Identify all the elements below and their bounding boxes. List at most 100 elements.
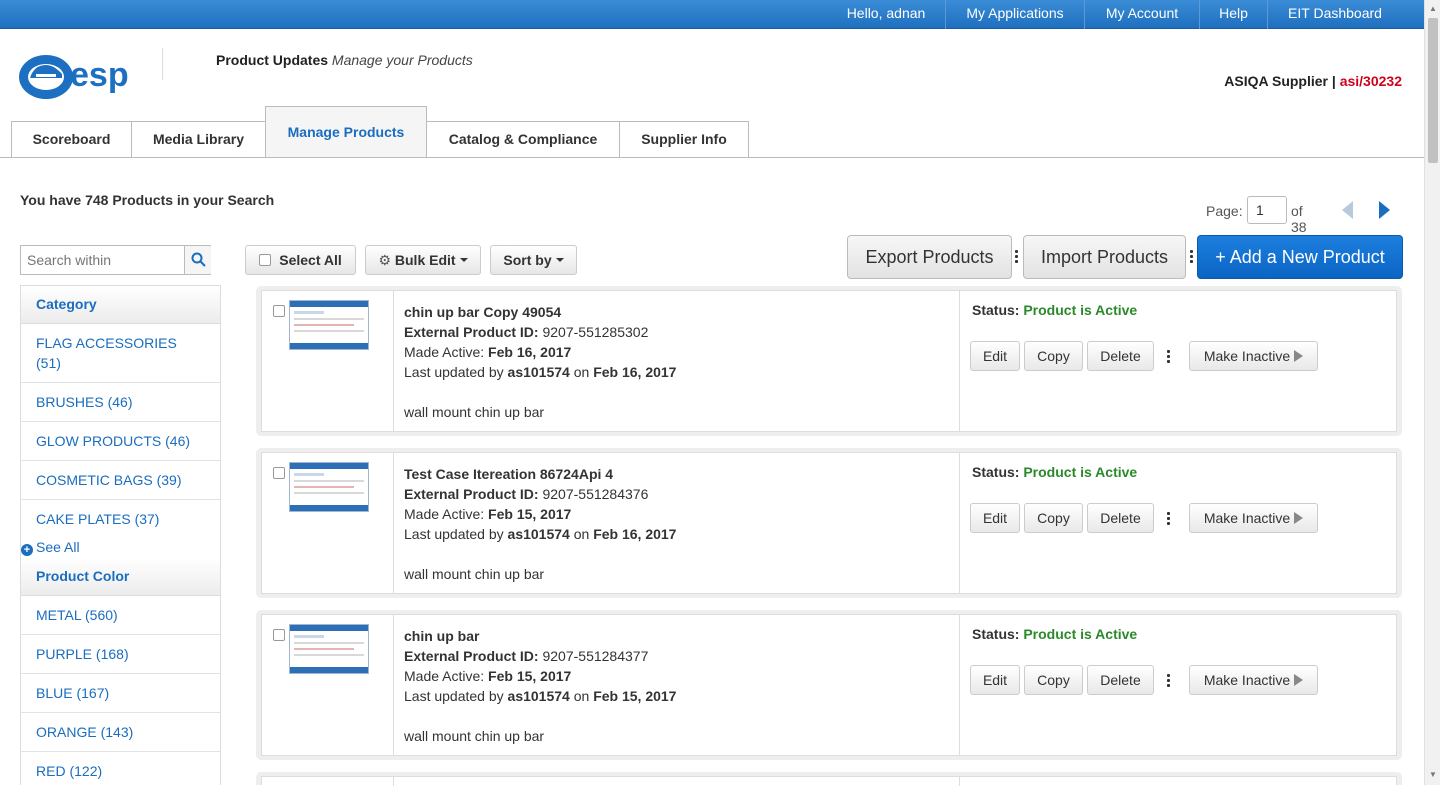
nav-my-applications[interactable]: My Applications — [945, 0, 1084, 29]
user-greeting: Hello, adnan — [846, 5, 926, 21]
scrollbar-thumb[interactable] — [1428, 18, 1438, 163]
category-item[interactable]: FLAG ACCESSORIES (51) — [21, 324, 220, 383]
category-name[interactable]: GLOW PRODUCTS — [36, 433, 161, 449]
product-color-filter-title: Product Color — [21, 558, 220, 596]
category-item[interactable]: BRUSHES (46) — [21, 383, 220, 422]
sort-by-dropdown[interactable]: Sort by — [490, 245, 577, 275]
bulk-edit-label: Bulk Edit — [394, 252, 456, 268]
product-name[interactable]: Test Case Itereation 86724Api 4 — [404, 464, 676, 484]
product-thumbnail[interactable] — [289, 462, 369, 512]
more-vertical-icon[interactable] — [1190, 250, 1194, 265]
product-card-inner: Test Case Itereation 86724Api 4 External… — [261, 452, 1397, 594]
category-count: (46) — [165, 433, 191, 449]
delete-button[interactable]: Delete — [1087, 503, 1154, 533]
made-active-value: Feb 16, 2017 — [488, 344, 572, 360]
external-id-value: 9207-551285302 — [542, 324, 649, 340]
made-active-label: Made Active: — [404, 344, 485, 360]
updated-by-value: as101574 — [507, 364, 570, 380]
color-name[interactable]: BLUE — [36, 685, 73, 701]
tab-scoreboard[interactable]: Scoreboard — [11, 121, 132, 158]
search-input[interactable] — [21, 246, 183, 274]
supplier-name: ASIQA Supplier — [1224, 73, 1328, 89]
more-vertical-icon[interactable] — [1015, 250, 1019, 265]
supplier-asi-number[interactable]: asi/30232 — [1340, 73, 1402, 89]
scroll-up-icon[interactable]: ▲ — [1429, 4, 1437, 13]
category-name[interactable]: CAKE PLATES — [36, 511, 131, 527]
delete-button[interactable]: Delete — [1087, 665, 1154, 695]
tab-supplier-info[interactable]: Supplier Info — [619, 121, 749, 158]
more-vertical-icon[interactable] — [1167, 512, 1171, 527]
color-name[interactable]: PURPLE — [36, 646, 92, 662]
delete-button[interactable]: Delete — [1087, 341, 1154, 371]
tab-catalog-compliance[interactable]: Catalog & Compliance — [426, 121, 620, 158]
card-divider — [393, 291, 394, 431]
card-divider — [959, 291, 960, 431]
page-scrollbar[interactable]: ▲ ▼ — [1424, 0, 1440, 785]
color-item[interactable]: PURPLE (168) — [21, 635, 220, 674]
copy-button[interactable]: Copy — [1024, 665, 1083, 695]
esp-logo[interactable]: esp — [18, 48, 144, 102]
tab-underline — [0, 157, 1424, 158]
prev-page-icon[interactable] — [1342, 201, 1353, 219]
category-filter-title: Category — [21, 286, 220, 324]
color-item[interactable]: ORANGE (143) — [21, 713, 220, 752]
last-updated-label: Last updated by — [404, 526, 504, 542]
color-count: (143) — [100, 724, 134, 740]
product-thumbnail[interactable] — [289, 624, 369, 674]
category-item[interactable]: CAKE PLATES (37) — [21, 500, 220, 536]
add-new-product-button[interactable]: + Add a New Product — [1197, 235, 1403, 279]
product-name[interactable]: chin up bar Copy 49054 — [404, 302, 676, 322]
more-vertical-icon[interactable] — [1167, 674, 1171, 689]
color-item[interactable]: METAL (560) — [21, 596, 220, 635]
color-name[interactable]: METAL — [36, 607, 81, 623]
product-checkbox[interactable] — [273, 305, 285, 317]
color-item[interactable]: BLUE (167) — [21, 674, 220, 713]
product-card: Test Case Itereation 86724Api 4 External… — [256, 448, 1402, 598]
bulk-edit-dropdown[interactable]: ⚙ Bulk Edit — [365, 245, 481, 275]
tab-manage-products[interactable]: Manage Products — [265, 106, 427, 158]
next-page-icon[interactable] — [1379, 201, 1390, 219]
import-products-button[interactable]: Import Products — [1023, 235, 1186, 279]
product-checkbox[interactable] — [273, 629, 285, 641]
search-within — [20, 245, 211, 275]
export-products-button[interactable]: Export Products — [847, 235, 1012, 279]
supplier-info: ASIQA Supplier | asi/30232 — [1224, 73, 1402, 89]
see-all-categories-link[interactable]: + See All — [21, 539, 80, 556]
color-name[interactable]: RED — [36, 763, 66, 779]
page-number-input[interactable] — [1247, 196, 1287, 224]
category-name[interactable]: COSMETIC BAGS — [36, 472, 153, 488]
color-count: (560) — [85, 607, 118, 623]
select-all-button[interactable]: Select All — [245, 245, 356, 275]
product-checkbox[interactable] — [273, 467, 285, 479]
product-name[interactable]: chin up bar — [404, 626, 676, 646]
make-inactive-button[interactable]: Make Inactive — [1189, 341, 1318, 371]
nav-eit-dashboard[interactable]: EIT Dashboard — [1267, 0, 1402, 29]
on-label: on — [573, 364, 590, 380]
copy-button[interactable]: Copy — [1024, 503, 1083, 533]
nav-my-account[interactable]: My Account — [1084, 0, 1199, 29]
category-name[interactable]: BRUSHES — [36, 394, 104, 410]
edit-button[interactable]: Edit — [970, 503, 1020, 533]
copy-button[interactable]: Copy — [1024, 341, 1083, 371]
product-info: chin up bar External Product ID: 9207-55… — [404, 626, 676, 746]
updated-on-value: Feb 16, 2017 — [593, 526, 677, 542]
color-item[interactable]: RED (122) — [21, 752, 220, 786]
edit-button[interactable]: Edit — [970, 665, 1020, 695]
edit-button[interactable]: Edit — [970, 341, 1020, 371]
status-value: Product is Active — [1023, 464, 1138, 480]
nav-help[interactable]: Help — [1199, 0, 1267, 29]
make-inactive-button[interactable]: Make Inactive — [1189, 503, 1318, 533]
more-vertical-icon[interactable] — [1167, 350, 1171, 365]
make-inactive-button[interactable]: Make Inactive — [1189, 665, 1318, 695]
scroll-down-icon[interactable]: ▼ — [1429, 770, 1437, 779]
tab-media-library[interactable]: Media Library — [131, 121, 266, 158]
search-button[interactable] — [184, 246, 211, 274]
updated-by-value: as101574 — [507, 688, 570, 704]
filter-sidebar: Category FLAG ACCESSORIES (51) BRUSHES (… — [20, 285, 221, 785]
color-name[interactable]: ORANGE — [36, 724, 97, 740]
category-name[interactable]: FLAG ACCESSORIES — [36, 335, 177, 351]
category-item[interactable]: GLOW PRODUCTS (46) — [21, 422, 220, 461]
product-thumbnail[interactable] — [289, 300, 369, 350]
select-all-checkbox[interactable] — [259, 254, 272, 266]
category-item[interactable]: COSMETIC BAGS (39) — [21, 461, 220, 500]
